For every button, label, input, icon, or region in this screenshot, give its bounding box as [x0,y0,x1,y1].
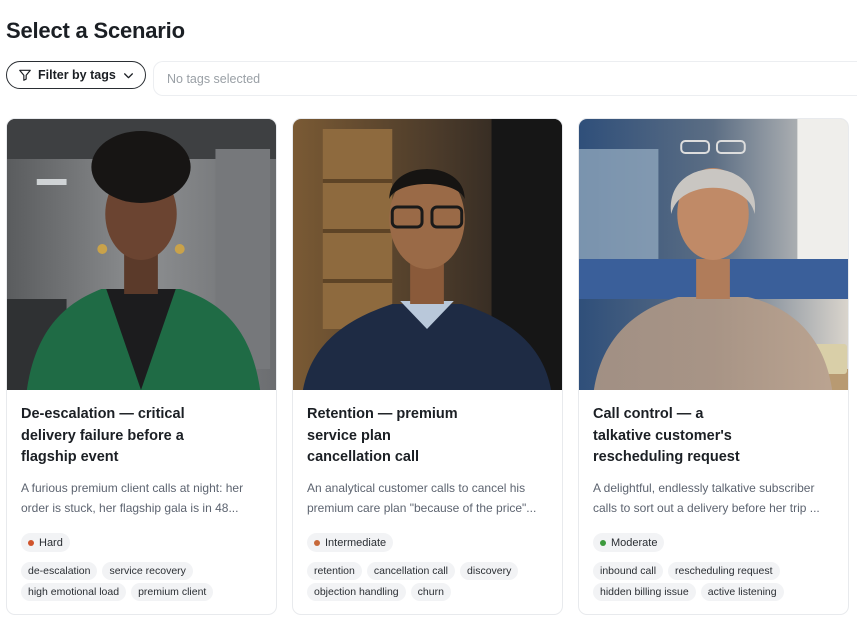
difficulty-label: Intermediate [325,536,387,549]
filter-icon [19,69,31,81]
card-title: Retention — premium service plan cancell… [307,406,458,465]
card-title: Call control — a talkative customer's re… [593,406,740,465]
difficulty-dot-icon [314,539,320,546]
tag-chip: service recovery [102,562,193,580]
tag-list: retention cancellation call discovery ob… [307,562,557,601]
difficulty-label: Hard [39,536,63,549]
difficulty-dot-icon [28,539,34,546]
tag-chip: high emotional load [21,583,127,601]
scenario-card[interactable]: Retention — premium service plan cancell… [292,118,563,615]
tag-chip: churn [410,583,451,601]
scenario-portrait-image [7,119,276,390]
card-description: A furious premium client calls at night:… [21,481,244,515]
card-title: De-escalation — critical delivery failur… [21,406,185,465]
tag-list: inbound call rescheduling request hidden… [593,562,843,601]
filter-by-tags-button[interactable]: Filter by tags [6,61,146,89]
tag-chip: de-escalation [21,562,98,580]
tag-chip: objection handling [307,583,406,601]
chevron-down-icon [123,72,133,78]
scenario-card[interactable]: De-escalation — critical delivery failur… [6,118,277,615]
tag-chip: cancellation call [366,562,456,580]
page-title: Select a Scenario [6,18,185,43]
scenario-portrait-image [579,119,848,390]
tag-chip: rescheduling request [668,562,780,580]
filter-button-label: Filter by tags [38,68,116,82]
difficulty-badge: Hard [21,533,70,552]
tag-chip: retention [307,562,362,580]
selected-tags-field[interactable]: No tags selected [153,61,857,96]
tag-chip: inbound call [593,562,664,580]
card-description: An analytical customer calls to cancel h… [307,481,537,515]
difficulty-badge: Intermediate [307,533,394,552]
difficulty-badge: Moderate [593,533,665,552]
difficulty-label: Moderate [611,536,658,549]
scenario-portrait-image [293,119,562,390]
scenario-card[interactable]: Call control — a talkative customer's re… [578,118,849,615]
tag-list: de-escalation service recovery high emot… [21,562,271,601]
tag-chip: hidden billing issue [593,583,696,601]
tag-chip: premium client [131,583,214,601]
tags-placeholder: No tags selected [167,71,261,86]
tag-chip: active listening [700,583,784,601]
difficulty-dot-icon [600,539,606,546]
tag-chip: discovery [460,562,519,580]
card-description: A delightful, endlessly talkative subscr… [593,481,820,515]
